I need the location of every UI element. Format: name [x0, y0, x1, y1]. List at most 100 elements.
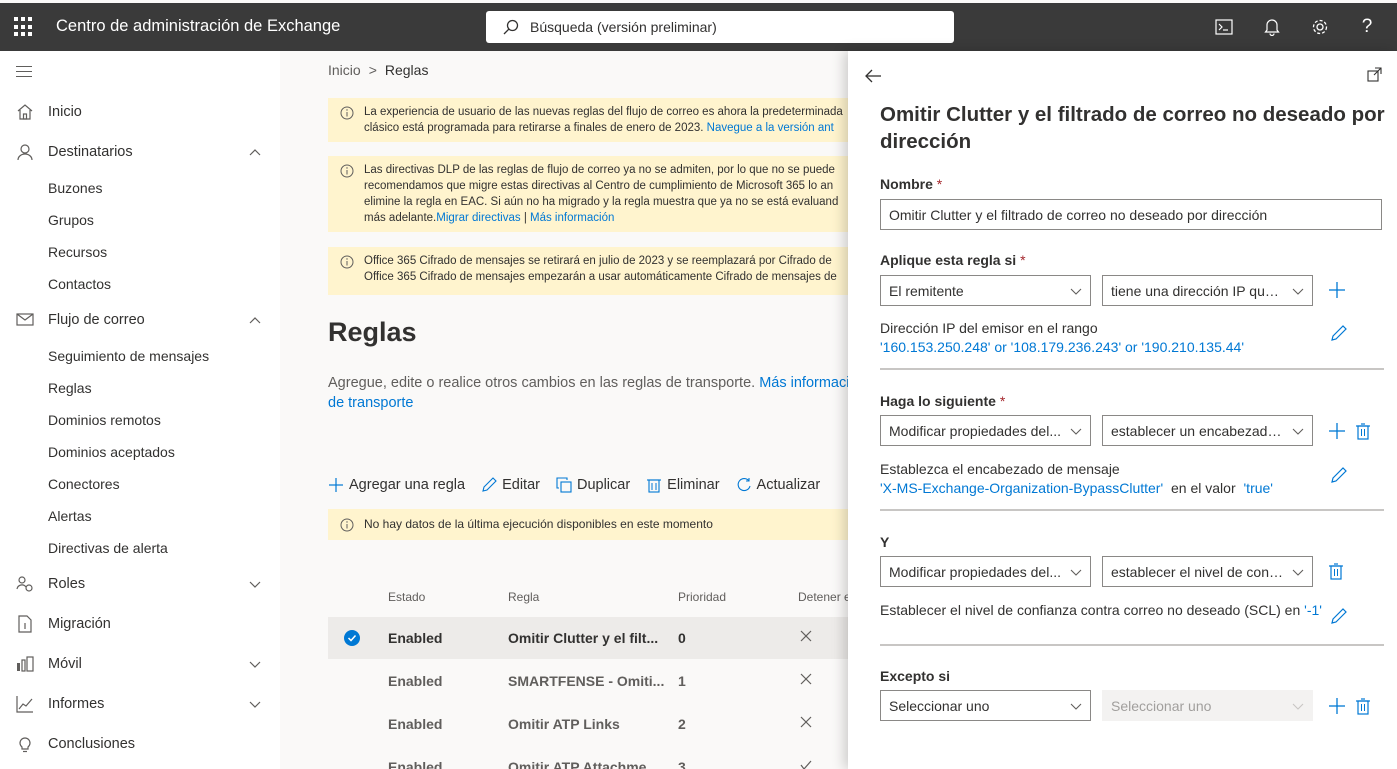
notice-text: elimine la regla en EAC. Si aún no ha mi… [364, 196, 839, 208]
row-status: Enabled [388, 716, 443, 732]
check-mark-icon [800, 760, 812, 769]
app-launcher-icon[interactable] [14, 17, 34, 37]
page-description: Agregue, edite o realice otros cambios e… [328, 373, 848, 413]
row-rule[interactable]: Omitir ATP Links [508, 716, 620, 732]
nav-item-informes[interactable]: Informes [0, 688, 280, 720]
nav-item-flujo-de-correo[interactable]: Flujo de correo [0, 304, 280, 336]
table-row[interactable]: Enabled Omitir Clutter y el filt... 0 [328, 617, 848, 659]
action-dropdown-2[interactable]: establecer un encabezado... [1102, 415, 1313, 446]
mail-icon [16, 313, 34, 326]
row-rule[interactable]: SMARTFENSE - Omiti... [508, 673, 664, 689]
add-action-icon[interactable] [1328, 422, 1346, 440]
nav-item-dominios-remotos[interactable]: Dominios remotos [48, 412, 161, 428]
bell-icon[interactable] [1260, 15, 1284, 39]
add-condition-icon[interactable] [1328, 281, 1346, 299]
chevron-down-icon [1292, 288, 1304, 295]
chevron-down-icon [1070, 288, 1082, 295]
header-name-link[interactable]: 'X-MS-Exchange-Organization-BypassClutte… [880, 480, 1163, 496]
checkmark-icon[interactable] [344, 630, 360, 646]
chevron-down-icon[interactable] [248, 577, 262, 591]
and-action-dropdown-1[interactable]: Modificar propiedades del... [880, 556, 1091, 587]
chevron-down-icon [1292, 428, 1304, 435]
more-info-link[interactable]: Más información [530, 212, 614, 224]
nav-item-conectores[interactable]: Conectores [48, 476, 120, 492]
pencil-icon[interactable] [1330, 466, 1348, 484]
app-title[interactable]: Centro de administración de Exchange [56, 17, 340, 36]
command-bar: Agregar una regla Editar Duplicar Elimin… [328, 471, 836, 499]
search-box[interactable]: Búsqueda (versión preliminar) [486, 11, 954, 43]
help-icon[interactable]: ? [1355, 15, 1379, 39]
row-rule[interactable]: Omitir ATP Attachme... [508, 759, 658, 769]
nav-item-seguimiento[interactable]: Seguimiento de mensajes [48, 348, 209, 364]
duplicate-button[interactable]: Duplicar [556, 477, 630, 493]
dropdown-value: Modificar propiedades del... [889, 564, 1061, 580]
refresh-button[interactable]: Actualizar [736, 477, 820, 493]
table-row[interactable]: Enabled Omitir ATP Links 2 [328, 703, 848, 745]
nav-item-inicio[interactable]: Inicio [0, 96, 280, 128]
exception-dropdown-1[interactable]: Seleccionar uno [880, 690, 1091, 721]
trash-icon[interactable] [1355, 423, 1371, 440]
table-row[interactable]: Enabled Omitir ATP Attachme... 3 [328, 746, 848, 769]
transport-rules-link[interactable]: de transporte [328, 395, 413, 411]
migration-icon [18, 615, 32, 633]
rule-details-panel: Omitir Clutter y el filtrado de correo n… [848, 51, 1397, 769]
notice-text: Office 365 Cifrado de mensajes se retira… [364, 255, 832, 267]
condition-dropdown-1[interactable]: El remitente [880, 275, 1091, 306]
row-status: Enabled [388, 673, 443, 689]
delete-button[interactable]: Eliminar [646, 477, 720, 493]
action-dropdown-1[interactable]: Modificar propiedades del... [880, 415, 1091, 446]
table-row[interactable]: Enabled SMARTFENSE - Omiti... 1 [328, 660, 848, 702]
edit-button[interactable]: Editar [481, 477, 540, 493]
trash-icon[interactable] [1328, 563, 1344, 580]
nav-item-buzones[interactable]: Buzones [48, 180, 102, 196]
search-placeholder: Búsqueda (versión preliminar) [530, 19, 717, 35]
column-header-stop[interactable]: Detener e [798, 590, 848, 604]
nav-item-alertas[interactable]: Alertas [48, 508, 92, 524]
nav-item-directivas-alerta[interactable]: Directivas de alerta [48, 540, 168, 556]
nav-item-grupos[interactable]: Grupos [48, 212, 94, 228]
ip-range-value-link[interactable]: '160.153.250.248' or '108.179.236.243' o… [880, 339, 1244, 355]
popout-icon[interactable] [1367, 67, 1382, 82]
nav-item-contactos[interactable]: Contactos [48, 276, 111, 292]
column-header-rule[interactable]: Regla [508, 590, 539, 604]
nav-label: Informes [48, 696, 105, 712]
and-action-dropdown-2[interactable]: establecer el nivel de conf... [1102, 556, 1313, 587]
chevron-up-icon[interactable] [248, 145, 262, 159]
edit-label: Editar [502, 477, 540, 493]
column-header-priority[interactable]: Prioridad [678, 590, 726, 604]
nav-item-reglas[interactable]: Reglas [48, 380, 92, 396]
scl-value-link[interactable]: '-1' [1304, 602, 1322, 618]
more-info-link[interactable]: Más información s [759, 375, 848, 391]
nav-item-movil[interactable]: Móvil [0, 648, 280, 680]
header-value-link[interactable]: 'true' [1244, 480, 1273, 496]
add-rule-button[interactable]: Agregar una regla [328, 477, 465, 493]
add-exception-icon[interactable] [1328, 697, 1346, 715]
nav-item-migracion[interactable]: Migración [0, 608, 280, 640]
hamburger-menu-icon[interactable] [16, 66, 32, 81]
nav-item-conclusiones[interactable]: Conclusiones [0, 728, 280, 760]
x-mark-icon [800, 630, 812, 642]
info-icon [340, 106, 354, 120]
navigate-classic-link[interactable]: Navegue a la versión ant [707, 122, 834, 134]
chevron-down-icon[interactable] [248, 697, 262, 711]
migrate-policies-link[interactable]: Migrar directivas [436, 212, 520, 224]
row-rule[interactable]: Omitir Clutter y el filt... [508, 630, 658, 646]
breadcrumb-home[interactable]: Inicio [328, 62, 361, 78]
condition-dropdown-2[interactable]: tiene una dirección IP que... [1102, 275, 1313, 306]
chevron-up-icon[interactable] [248, 313, 262, 327]
chevron-down-icon [1292, 569, 1304, 576]
row-priority: 2 [678, 716, 686, 732]
column-header-status[interactable]: Estado [388, 590, 425, 604]
nav-item-roles[interactable]: Roles [0, 568, 280, 600]
trash-icon[interactable] [1355, 698, 1371, 715]
gear-icon[interactable] [1308, 15, 1332, 39]
nav-item-destinatarios[interactable]: Destinatarios [0, 136, 280, 168]
back-arrow-icon[interactable] [864, 67, 882, 85]
nav-item-dominios-aceptados[interactable]: Dominios aceptados [48, 444, 175, 460]
pencil-icon[interactable] [1330, 607, 1348, 625]
terminal-icon[interactable] [1212, 15, 1236, 39]
name-field[interactable]: Omitir Clutter y el filtrado de correo n… [880, 199, 1382, 230]
nav-item-recursos[interactable]: Recursos [48, 244, 107, 260]
chevron-down-icon[interactable] [248, 657, 262, 671]
pencil-icon[interactable] [1330, 324, 1348, 342]
